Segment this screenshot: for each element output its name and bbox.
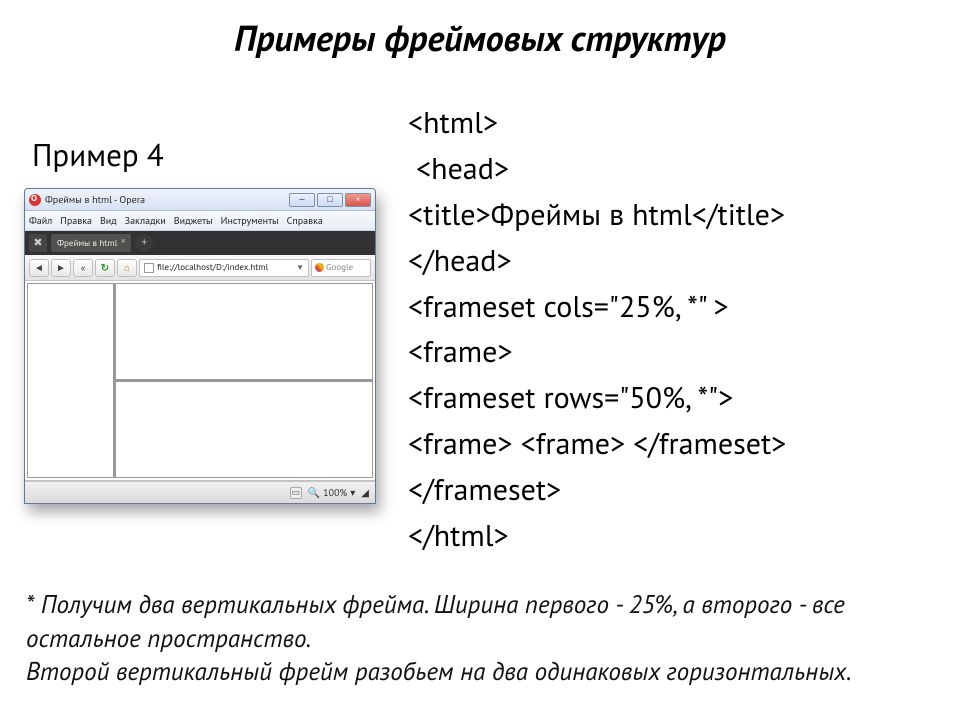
menu-item-help[interactable]: Справка (287, 214, 323, 227)
menu-item-tools[interactable]: Инструменты (221, 214, 279, 227)
reload-button[interactable]: ↻ (95, 259, 115, 277)
address-dropdown-icon[interactable]: ▼ (296, 263, 304, 273)
menu-bar: Файл Правка Вид Закладки Виджеты Инструм… (25, 211, 375, 231)
address-bar[interactable]: file://localhost/D:/index.html ▼ (139, 259, 309, 277)
code-line: <html> (408, 100, 938, 146)
search-box[interactable]: Google (311, 259, 371, 277)
frame-right-set (115, 283, 374, 478)
zoom-control[interactable]: 🔍 100% ▾ (308, 486, 356, 499)
footnote-line-1: * Получим два вертикальных фрейма. Ширин… (26, 588, 926, 655)
code-line: <head> (408, 146, 938, 192)
code-line: <frame> <frame> </frameset> (408, 421, 938, 467)
code-line: <frame> (408, 329, 938, 375)
zoom-icon: 🔍 (308, 486, 320, 499)
frame-right-bottom (115, 380, 374, 478)
browser-tab[interactable]: Фреймы в html × (51, 234, 131, 252)
menu-item-file[interactable]: Файл (29, 214, 52, 227)
page-viewport (25, 281, 375, 481)
google-icon (315, 263, 324, 272)
url-text: file://localhost/D:/index.html (157, 262, 293, 273)
menu-item-view[interactable]: Вид (100, 214, 117, 227)
zoom-value: 100% (323, 486, 347, 499)
slide-title: Примеры фреймовых структур (0, 14, 960, 61)
new-tab-button[interactable]: + (135, 234, 153, 252)
tab-label: Фреймы в html (57, 238, 117, 249)
view-mode-icon[interactable]: ▭ (290, 487, 302, 499)
code-line: <frameset cols="25%, *" > (408, 284, 938, 330)
menu-item-bookmarks[interactable]: Закладки (125, 214, 166, 227)
nav-toolbar: ◄ ► « ↻ ⌂ file://localhost/D:/index.html… (25, 255, 375, 281)
code-line: </frameset> (408, 467, 938, 513)
home-button[interactable]: ⌂ (117, 259, 137, 277)
window-titlebar: Фреймы в html - Opera — □ × (25, 189, 375, 211)
code-line: <frameset rows="50%, *"> (408, 375, 938, 421)
footnote-line-2: Второй вертикальный фрейм разобьем на дв… (26, 655, 926, 689)
search-placeholder: Google (326, 262, 367, 273)
menu-item-edit[interactable]: Правка (60, 214, 92, 227)
opera-icon (29, 194, 41, 206)
browser-window: Фреймы в html - Opera — □ × Файл Правка … (24, 188, 376, 504)
forward-button[interactable]: ► (51, 259, 71, 277)
panel-toggle-icon[interactable]: ✖ (29, 234, 47, 252)
menu-item-widgets[interactable]: Виджеты (174, 214, 213, 227)
status-bar: ▭ 🔍 100% ▾ ◢ (25, 481, 375, 503)
tab-close-icon[interactable]: × (118, 236, 128, 246)
code-line: </head> (408, 238, 938, 284)
code-line: <title>Фреймы в html</title> (408, 192, 938, 238)
back-button[interactable]: ◄ (29, 259, 49, 277)
example-label: Пример 4 (32, 134, 164, 175)
footnote: * Получим два вертикальных фрейма. Ширин… (26, 588, 926, 689)
frame-left (27, 283, 115, 478)
code-line: </html> (408, 513, 938, 559)
code-listing: <html> <head> <title>Фреймы в html</titl… (408, 100, 938, 559)
window-title: Фреймы в html - Opera (45, 193, 285, 206)
zoom-dropdown-icon[interactable]: ▾ (350, 486, 355, 499)
page-icon (144, 263, 154, 273)
tab-bar: ✖ Фреймы в html × + (25, 231, 375, 255)
frame-right-top (115, 283, 374, 380)
minimize-button[interactable]: — (289, 193, 315, 207)
maximize-button[interactable]: □ (317, 193, 343, 207)
resize-grip-icon: ◢ (361, 486, 369, 499)
close-button[interactable]: × (345, 193, 371, 207)
rewind-button[interactable]: « (73, 259, 93, 277)
